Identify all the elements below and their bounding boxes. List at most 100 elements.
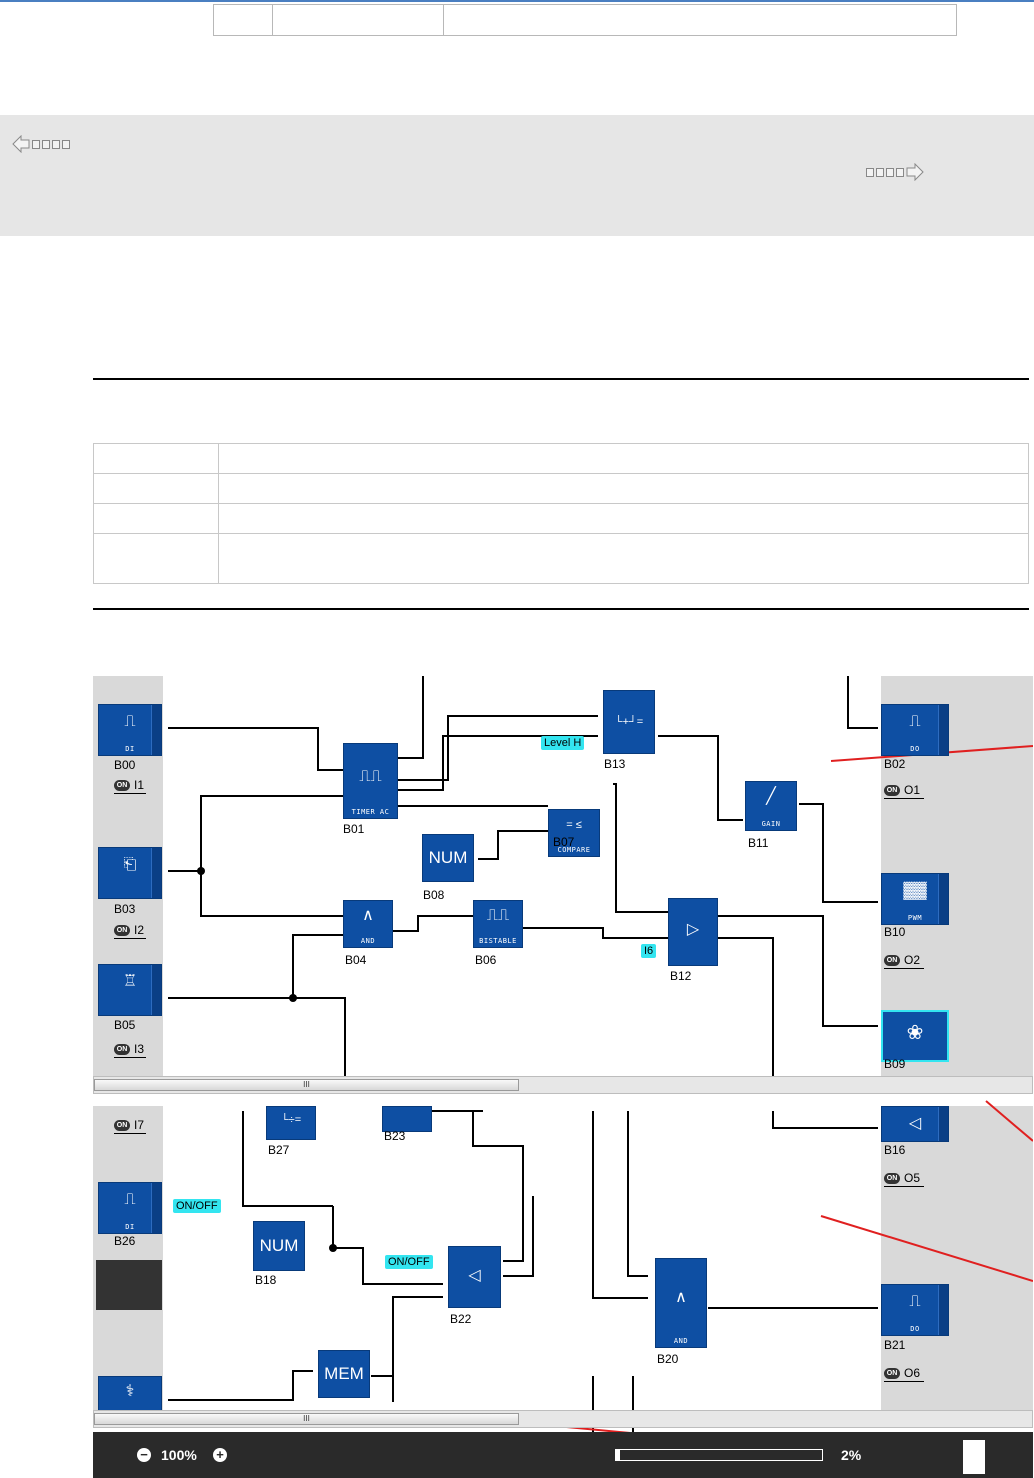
block-b27[interactable]: └÷= bbox=[266, 1106, 316, 1140]
io-label: ON I7 bbox=[114, 1118, 146, 1134]
block-b16[interactable]: ◁ bbox=[881, 1106, 949, 1142]
block-b09[interactable]: ❀ bbox=[881, 1010, 949, 1062]
nav-glyph bbox=[866, 167, 874, 177]
horizontal-scrollbar[interactable]: III bbox=[93, 1076, 1033, 1094]
zoom-level: 100% bbox=[161, 1447, 197, 1463]
io-value: O1 bbox=[904, 783, 921, 797]
progress-fill bbox=[616, 1450, 621, 1460]
table-cell bbox=[218, 473, 1029, 504]
comparator-icon: └+┘= bbox=[614, 716, 644, 728]
prev-page-button[interactable] bbox=[12, 135, 70, 153]
block-b08[interactable]: NUM bbox=[422, 834, 474, 882]
thermometer-icon: ⚕ bbox=[125, 1383, 135, 1400]
multiplexer-icon: ▷ bbox=[686, 921, 700, 938]
block-edge bbox=[151, 965, 161, 1015]
block-edge bbox=[151, 705, 161, 755]
block-name: B07 bbox=[553, 835, 575, 849]
block-b26[interactable]: ⎍ DI bbox=[98, 1182, 162, 1234]
on-icon: ON bbox=[884, 784, 900, 796]
parameter-table bbox=[93, 443, 1029, 584]
scrollbar-thumb[interactable]: III bbox=[94, 1079, 519, 1091]
block-name: B20 bbox=[657, 1352, 679, 1366]
horizontal-scrollbar[interactable]: III bbox=[93, 1410, 1033, 1428]
block-b07[interactable]: = ≤ COMPARE bbox=[548, 809, 600, 857]
block-label: BISTABLE bbox=[479, 937, 517, 945]
next-page-button[interactable] bbox=[866, 163, 924, 181]
nav-glyph bbox=[52, 139, 60, 149]
block-b01[interactable]: ⎍⎍ TIMER AC bbox=[343, 743, 398, 819]
progress-percent: 2% bbox=[841, 1447, 862, 1463]
block-b05[interactable]: ♖ bbox=[98, 964, 162, 1016]
block-b03[interactable]: ⎗ bbox=[98, 847, 162, 899]
progress-bar bbox=[615, 1449, 823, 1461]
block-name: B12 bbox=[670, 969, 692, 983]
table-cell bbox=[218, 443, 1029, 474]
block-b04[interactable]: ∧ AND bbox=[343, 900, 393, 948]
block-name: B27 bbox=[268, 1143, 290, 1157]
on-icon: ON bbox=[884, 1367, 900, 1379]
block-name: B03 bbox=[114, 902, 136, 916]
header-table bbox=[213, 4, 957, 36]
block-name: B02 bbox=[884, 757, 906, 771]
block-edge bbox=[151, 1183, 161, 1233]
zoom-out-button[interactable]: − bbox=[137, 1448, 151, 1462]
block-name: B11 bbox=[748, 836, 769, 850]
tag-on-off: ON/OFF bbox=[173, 1199, 221, 1213]
block-name: B10 bbox=[884, 925, 906, 939]
block-b13[interactable]: └+┘= bbox=[603, 690, 655, 754]
wire-junction bbox=[197, 867, 205, 875]
block-label: TIMER AC bbox=[351, 808, 390, 816]
top-rule bbox=[0, 0, 1034, 2]
block-b00[interactable]: ⎍ DI bbox=[98, 704, 162, 756]
block-b20[interactable]: ∧ AND bbox=[655, 1258, 707, 1348]
tag-level-h: Level H bbox=[541, 736, 585, 750]
block-name: B26 bbox=[114, 1234, 136, 1248]
block-label: AND bbox=[673, 1337, 689, 1345]
block-name: B16 bbox=[884, 1143, 906, 1157]
block-b22[interactable]: ◁ bbox=[448, 1246, 501, 1308]
tag-on-off: ON/OFF bbox=[385, 1255, 433, 1269]
analog-mux-icon: ◁ bbox=[468, 1267, 481, 1284]
block-name: B21 bbox=[884, 1338, 906, 1352]
gain-icon: ╱ bbox=[766, 788, 776, 805]
io-value: I2 bbox=[134, 923, 145, 937]
io-label: ON I1 bbox=[114, 778, 146, 794]
block-name: B18 bbox=[255, 1273, 277, 1287]
section-rule-top bbox=[93, 378, 1029, 380]
block-name: B23 bbox=[384, 1129, 406, 1143]
block-name: B01 bbox=[343, 822, 365, 836]
block-b10[interactable]: ▓▓ PWM bbox=[881, 873, 949, 925]
plus-circle-icon: + bbox=[216, 1447, 224, 1462]
block-name: B13 bbox=[604, 757, 626, 771]
zoom-in-button[interactable]: + bbox=[213, 1448, 227, 1462]
arrow-right-icon bbox=[906, 163, 924, 181]
block-mem[interactable]: MEM bbox=[318, 1350, 370, 1398]
table-row bbox=[93, 533, 1029, 584]
block-edge bbox=[938, 874, 948, 924]
table-row bbox=[93, 443, 1029, 474]
table-cell bbox=[218, 503, 1029, 534]
wire-junction bbox=[289, 994, 297, 1002]
block-b02[interactable]: ⎍ DO bbox=[881, 704, 949, 756]
block-b12[interactable]: ▷ bbox=[668, 898, 718, 966]
io-value: O6 bbox=[904, 1366, 921, 1380]
block-b06[interactable]: ⎍⎍ BISTABLE bbox=[473, 900, 523, 948]
block-label: NUM bbox=[259, 1236, 299, 1255]
block-temperature-input[interactable]: ⚕ bbox=[98, 1376, 162, 1412]
block-b18[interactable]: NUM bbox=[253, 1221, 305, 1271]
nav-glyph bbox=[876, 167, 884, 177]
block-label: NUM bbox=[428, 848, 468, 867]
block-edge bbox=[938, 705, 948, 755]
minus-circle-icon: − bbox=[140, 1447, 148, 1462]
block-label: GAIN bbox=[761, 820, 781, 828]
block-b21[interactable]: ⎍ DO bbox=[881, 1284, 949, 1336]
table-cell bbox=[93, 443, 219, 474]
empty-input-slot bbox=[96, 1260, 162, 1310]
io-label: ON I2 bbox=[114, 923, 146, 939]
block-b11[interactable]: ╱ GAIN bbox=[745, 781, 797, 831]
zoom-toolbar: − 100% + 2% bbox=[93, 1432, 1033, 1478]
io-label: ON O5 bbox=[884, 1171, 924, 1187]
scrollbar-thumb[interactable]: III bbox=[94, 1413, 519, 1425]
page-thumbnail[interactable] bbox=[963, 1440, 985, 1474]
nav-glyph bbox=[62, 139, 70, 149]
